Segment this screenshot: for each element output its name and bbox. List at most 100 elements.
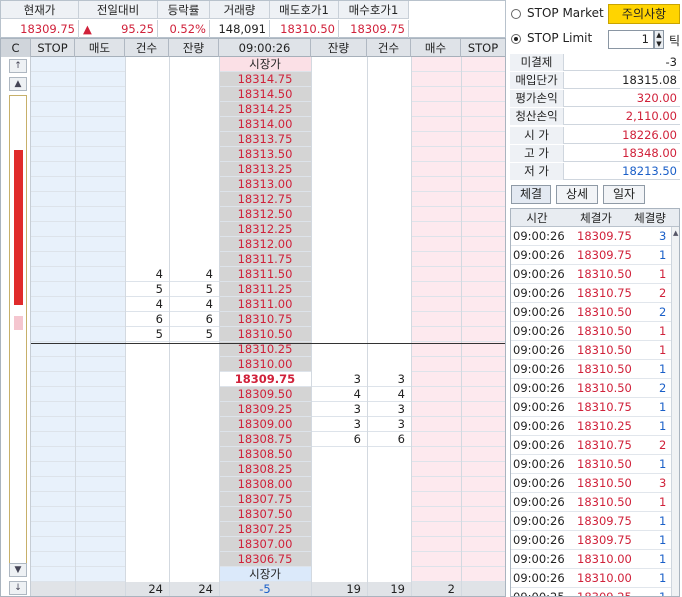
buy-cell[interactable]: [411, 417, 461, 432]
buy-stop-cell[interactable]: [461, 507, 505, 522]
sell-cell[interactable]: [75, 477, 125, 492]
sell-cell[interactable]: [75, 357, 125, 372]
buy-cell[interactable]: [411, 267, 461, 282]
col-sell[interactable]: 매도: [75, 39, 125, 57]
sell-stop-cell[interactable]: [31, 192, 75, 207]
sell-cell[interactable]: [75, 252, 125, 267]
fills-scrollbar[interactable]: ▲: [671, 227, 679, 596]
buy-cell[interactable]: [411, 72, 461, 87]
buy-cell[interactable]: [411, 237, 461, 252]
buy-cell[interactable]: [411, 522, 461, 537]
sell-stop-cell[interactable]: [31, 72, 75, 87]
sell-cell[interactable]: [75, 72, 125, 87]
scroll-step-up-icon[interactable]: ▲: [9, 77, 27, 91]
scroll-step-down-icon[interactable]: ▼: [9, 563, 27, 577]
sell-stop-cell[interactable]: [31, 237, 75, 252]
sell-cell[interactable]: [75, 567, 125, 582]
sell-cell[interactable]: [75, 222, 125, 237]
sell-cell[interactable]: [75, 57, 125, 72]
buy-cell[interactable]: [411, 357, 461, 372]
buy-stop-cell[interactable]: [461, 447, 505, 462]
buy-stop-cell[interactable]: [461, 462, 505, 477]
sell-cell[interactable]: [75, 507, 125, 522]
sell-cell[interactable]: [75, 312, 125, 327]
price-ladder-scroll[interactable]: ↑ ▲ ▼ ↓: [1, 57, 31, 596]
buy-stop-cell[interactable]: [461, 192, 505, 207]
buy-cell[interactable]: [411, 327, 461, 342]
sell-cell[interactable]: [75, 282, 125, 297]
sell-cell[interactable]: [75, 492, 125, 507]
sell-stop-cell[interactable]: [31, 102, 75, 117]
buy-cell[interactable]: [411, 147, 461, 162]
buy-stop-cell[interactable]: [461, 387, 505, 402]
buy-cell[interactable]: [411, 102, 461, 117]
sell-stop-cell[interactable]: [31, 507, 75, 522]
sell-stop-cell[interactable]: [31, 177, 75, 192]
buy-stop-cell[interactable]: [461, 177, 505, 192]
buy-stop-cell[interactable]: [461, 522, 505, 537]
buy-cell[interactable]: [411, 117, 461, 132]
buy-stop-cell[interactable]: [461, 102, 505, 117]
buy-cell[interactable]: [411, 537, 461, 552]
buy-stop-cell[interactable]: [461, 267, 505, 282]
sell-stop-cell[interactable]: [31, 492, 75, 507]
buy-cell[interactable]: [411, 402, 461, 417]
sell-stop-cell[interactable]: [31, 432, 75, 447]
sell-cell[interactable]: [75, 417, 125, 432]
stop-market-label[interactable]: STOP Market: [527, 6, 604, 20]
col-sell-stop[interactable]: STOP: [31, 39, 75, 57]
buy-stop-cell[interactable]: [461, 237, 505, 252]
buy-cell[interactable]: [411, 252, 461, 267]
buy-stop-cell[interactable]: [461, 492, 505, 507]
sell-cell[interactable]: [75, 522, 125, 537]
sell-stop-cell[interactable]: [31, 522, 75, 537]
sell-stop-cell[interactable]: [31, 462, 75, 477]
buy-cell[interactable]: [411, 552, 461, 567]
stop-limit-radio[interactable]: [511, 34, 521, 44]
buy-stop-cell[interactable]: [461, 357, 505, 372]
sell-cell[interactable]: [75, 237, 125, 252]
warning-button[interactable]: 주의사항: [608, 4, 680, 24]
sell-cell[interactable]: [75, 132, 125, 147]
sell-cell[interactable]: [75, 552, 125, 567]
buy-cell[interactable]: [411, 222, 461, 237]
sell-stop-cell[interactable]: [31, 567, 75, 582]
sell-cell[interactable]: [75, 432, 125, 447]
scroll-rail[interactable]: [9, 95, 27, 571]
stop-market-radio[interactable]: [511, 9, 521, 19]
sell-stop-cell[interactable]: [31, 87, 75, 102]
col-buy[interactable]: 매수: [411, 39, 461, 57]
sell-stop-cell[interactable]: [31, 297, 75, 312]
tick-spinner[interactable]: ▲ ▼: [654, 30, 664, 49]
buy-stop-cell[interactable]: [461, 132, 505, 147]
spin-down-icon[interactable]: ▼: [655, 40, 663, 49]
sell-cell[interactable]: [75, 372, 125, 387]
sell-stop-cell[interactable]: [31, 537, 75, 552]
buy-stop-cell[interactable]: [461, 147, 505, 162]
sell-cell[interactable]: [75, 177, 125, 192]
sell-cell[interactable]: [75, 267, 125, 282]
sell-stop-cell[interactable]: [31, 147, 75, 162]
buy-stop-cell[interactable]: [461, 327, 505, 342]
scroll-up-icon[interactable]: ↑: [9, 59, 27, 73]
sell-stop-cell[interactable]: [31, 357, 75, 372]
sell-cell[interactable]: [75, 402, 125, 417]
col-buy-stop[interactable]: STOP: [461, 39, 505, 57]
sell-cell[interactable]: [75, 102, 125, 117]
buy-stop-cell[interactable]: [461, 72, 505, 87]
buy-stop-cell[interactable]: [461, 567, 505, 582]
buy-cell[interactable]: [411, 567, 461, 582]
buy-stop-cell[interactable]: [461, 372, 505, 387]
sell-stop-cell[interactable]: [31, 372, 75, 387]
tick-input[interactable]: 1: [608, 30, 654, 49]
scroll-down-icon[interactable]: ↓: [9, 581, 27, 595]
sell-cell[interactable]: [75, 462, 125, 477]
buy-stop-cell[interactable]: [461, 432, 505, 447]
buy-stop-cell[interactable]: [461, 312, 505, 327]
buy-stop-cell[interactable]: [461, 552, 505, 567]
sell-stop-cell[interactable]: [31, 207, 75, 222]
market-price-bottom[interactable]: 시장가: [219, 567, 311, 582]
sell-stop-cell[interactable]: [31, 552, 75, 567]
sell-cell[interactable]: [75, 327, 125, 342]
sell-stop-cell[interactable]: [31, 57, 75, 72]
